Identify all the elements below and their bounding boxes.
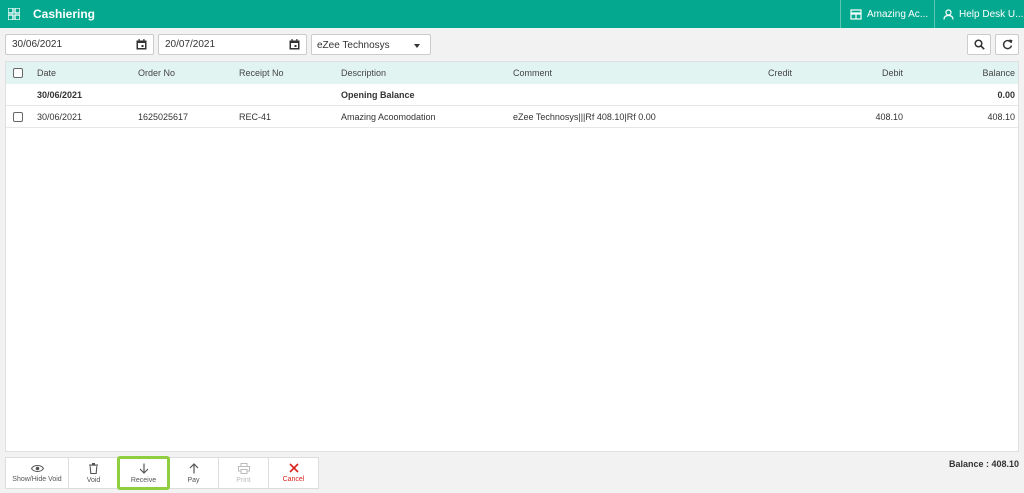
hotel-name: Amazing Ac... bbox=[867, 8, 929, 20]
column-header-debit[interactable]: Debit bbox=[856, 68, 903, 78]
calendar-icon[interactable] bbox=[136, 39, 147, 50]
print-label: Print bbox=[236, 476, 251, 484]
column-header-credit[interactable]: Credit bbox=[768, 68, 792, 78]
action-toolbar: Show/Hide Void Void Receive Pay Print Ca… bbox=[5, 456, 319, 490]
receive-label: Receive bbox=[130, 476, 157, 484]
void-button[interactable]: Void bbox=[68, 457, 119, 489]
opening-date: 30/06/2021 bbox=[37, 90, 83, 100]
arrow-up-icon bbox=[189, 462, 198, 473]
search-icon bbox=[973, 39, 985, 50]
search-button[interactable] bbox=[967, 34, 991, 55]
calendar-icon[interactable] bbox=[289, 39, 300, 50]
row-debit: 408.10 bbox=[875, 112, 903, 122]
row-order-no: 1625025617 bbox=[138, 112, 189, 122]
total-balance: Balance : 408.10 bbox=[948, 459, 1019, 469]
print-button[interactable]: Print bbox=[218, 457, 269, 489]
account-select[interactable]: eZee Technosys bbox=[311, 34, 431, 55]
account-select-value: eZee Technosys bbox=[317, 40, 390, 51]
column-header-receipt-no[interactable]: Receipt No bbox=[239, 68, 284, 78]
row-receipt-no: REC-41 bbox=[239, 112, 272, 122]
opening-balance: 0.00 bbox=[997, 90, 1015, 100]
opening-balance-row: 30/06/2021 Opening Balance 0.00 bbox=[6, 84, 1018, 106]
row-comment: eZee Technosys|||Rf 408.10|Rf 0.00 bbox=[513, 112, 656, 122]
refresh-button[interactable] bbox=[995, 34, 1019, 55]
pay-button[interactable]: Pay bbox=[168, 457, 219, 489]
chevron-down-icon bbox=[414, 44, 420, 48]
pay-label: Pay bbox=[187, 476, 200, 484]
hotel-icon bbox=[850, 8, 862, 20]
trash-icon bbox=[89, 462, 98, 474]
table-row[interactable]: 30/06/2021 1625025617 REC-41 Amazing Aco… bbox=[6, 106, 1018, 128]
cancel-label: Cancel bbox=[282, 476, 305, 483]
page-title: Cashiering bbox=[33, 7, 96, 21]
receive-button[interactable]: Receive bbox=[117, 456, 170, 490]
row-date: 30/06/2021 bbox=[37, 112, 83, 122]
cancel-button[interactable]: Cancel bbox=[268, 457, 319, 489]
grid-header: Date Order No Receipt No Description Com… bbox=[6, 62, 1018, 84]
row-balance: 408.10 bbox=[987, 112, 1015, 122]
show-hide-void-button[interactable]: Show/Hide Void bbox=[5, 457, 69, 489]
user-icon bbox=[943, 8, 954, 20]
arrow-down-icon bbox=[139, 463, 148, 474]
show-hide-void-label: Show/Hide Void bbox=[12, 475, 62, 483]
column-header-date[interactable]: Date bbox=[37, 68, 56, 78]
eye-icon bbox=[30, 464, 44, 472]
to-date-value: 20/07/2021 bbox=[165, 39, 216, 50]
column-header-comment[interactable]: Comment bbox=[513, 68, 552, 78]
row-checkbox[interactable] bbox=[13, 112, 23, 122]
from-date-value: 30/06/2021 bbox=[12, 39, 63, 50]
grid-menu-icon[interactable] bbox=[8, 8, 20, 20]
refresh-icon bbox=[1002, 39, 1012, 50]
opening-description: Opening Balance bbox=[341, 90, 415, 100]
to-date-field[interactable]: 20/07/2021 bbox=[158, 34, 307, 55]
column-header-order-no[interactable]: Order No bbox=[138, 68, 175, 78]
column-header-balance[interactable]: Balance bbox=[946, 68, 1015, 78]
printer-icon bbox=[237, 462, 250, 474]
user-name: Help Desk U... bbox=[959, 8, 1024, 20]
void-label: Void bbox=[86, 476, 101, 484]
select-all-checkbox[interactable] bbox=[13, 68, 23, 78]
row-description: Amazing Acoomodation bbox=[341, 112, 436, 122]
from-date-field[interactable]: 30/06/2021 bbox=[5, 34, 154, 55]
hotel-selector[interactable]: Amazing Ac... bbox=[840, 0, 934, 28]
user-menu[interactable]: Help Desk U... bbox=[934, 0, 1024, 28]
transactions-grid: Date Order No Receipt No Description Com… bbox=[5, 61, 1019, 452]
filter-bar: 30/06/2021 20/07/2021 eZee Technosys bbox=[0, 28, 1024, 60]
column-header-description[interactable]: Description bbox=[341, 68, 386, 78]
top-bar: Cashiering Amazing Ac... Help Desk U... bbox=[0, 0, 1024, 28]
close-icon bbox=[288, 463, 299, 473]
